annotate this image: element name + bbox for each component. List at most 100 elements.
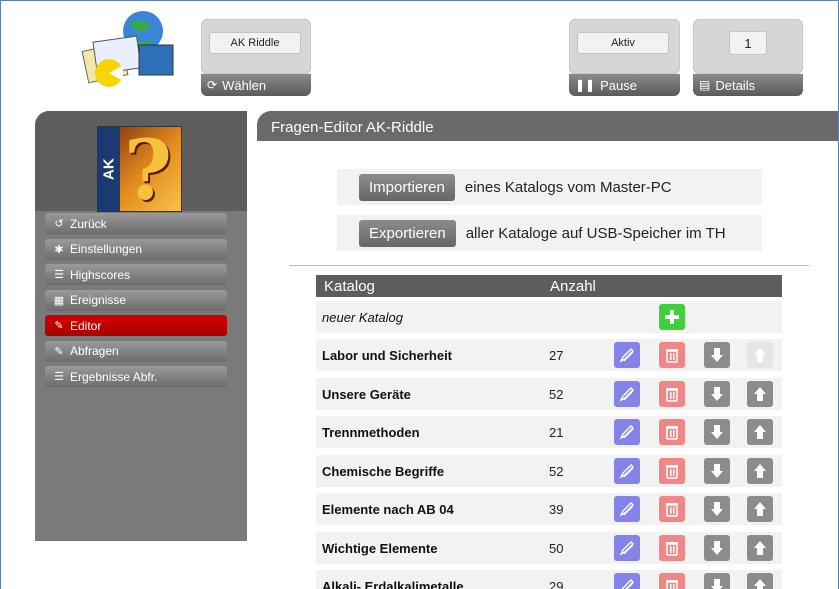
delete-catalog-button[interactable]	[659, 457, 685, 484]
catalog-count: 39	[549, 502, 564, 517]
import-button[interactable]: Importieren	[359, 173, 455, 201]
arrow-up-icon	[754, 348, 766, 362]
move-up-button[interactable]	[747, 457, 773, 484]
catalog-name: Elemente nach AB 04	[322, 502, 454, 517]
move-up-button[interactable]	[747, 534, 773, 561]
move-down-button[interactable]	[704, 457, 730, 484]
sidebar-item-einstellungen[interactable]: ✱ Einstellungen	[45, 238, 227, 260]
column-header-catalog: Katalog	[324, 278, 375, 295]
sidebar-item-label: Ereignisse	[70, 293, 127, 307]
status-panel: Aktiv	[569, 19, 680, 74]
arrow-down-icon	[711, 463, 723, 478]
arrow-down-icon	[711, 579, 723, 589]
sidebar-item-ereignisse[interactable]: ▦ Ereignisse	[45, 289, 227, 311]
move-down-button[interactable]	[704, 380, 730, 407]
import-row: Importieren eines Katalogs vom Master-PC	[337, 169, 762, 205]
move-down-button[interactable]	[704, 419, 730, 445]
edit-catalog-button[interactable]	[614, 496, 640, 522]
table-row: Labor und Sicherheit 27	[316, 339, 782, 371]
app-logo	[81, 9, 181, 91]
delete-catalog-button[interactable]	[659, 380, 685, 407]
move-up-button[interactable]	[747, 419, 773, 445]
pencil-icon	[619, 386, 634, 402]
trash-icon	[666, 387, 678, 402]
app-name-field: AK Riddle	[209, 32, 301, 54]
gear-icon: ✱	[54, 243, 64, 256]
move-down-button[interactable]	[704, 534, 730, 561]
sidebar-item-zurück[interactable]: ↺ Zurück	[45, 213, 227, 234]
new-catalog-label: neuer Katalog	[322, 310, 403, 325]
question-mark-icon: ?	[124, 126, 173, 212]
pause-button-label: Pause	[600, 77, 637, 93]
trash-icon	[666, 349, 678, 363]
delete-catalog-button[interactable]	[659, 342, 685, 368]
trash-icon	[666, 580, 678, 589]
new-catalog-row: neuer Katalog	[316, 301, 782, 333]
edit-catalog-button[interactable]	[614, 534, 640, 561]
import-description: eines Katalogs vom Master-PC	[464, 178, 672, 196]
edit-catalog-button[interactable]	[614, 380, 640, 407]
pencil-icon	[619, 502, 634, 517]
delete-catalog-button[interactable]	[659, 496, 685, 522]
delete-catalog-button[interactable]	[659, 419, 685, 445]
table-row: Alkali- Erdalkalimetalle 29	[316, 570, 782, 589]
list-icon: ☰	[54, 371, 64, 383]
catalog-count: 52	[549, 463, 564, 479]
export-description: aller Kataloge auf USB-Speicher im TH	[465, 224, 726, 242]
app-window: AK Riddle ⟳ Wählen Aktiv ❚❚ Pause 1 ▤ De…	[0, 0, 839, 589]
catalog-name: Chemische Begriffe	[322, 463, 445, 479]
arrow-down-icon	[711, 348, 723, 362]
back-arrow-icon: ↺	[54, 218, 64, 230]
choose-button-label: Wählen	[222, 77, 267, 93]
sidebar-item-abfragen[interactable]: ✎ Abfragen	[45, 340, 227, 362]
add-catalog-button[interactable]	[659, 304, 685, 330]
move-down-button[interactable]	[704, 573, 730, 589]
status-field: Aktiv	[577, 32, 669, 54]
catalog-count: 27	[549, 348, 564, 363]
details-icon: ▤	[699, 78, 711, 92]
sidebar-item-label: Highscores	[70, 267, 131, 282]
list-icon: ☰	[54, 269, 64, 281]
edit-catalog-button[interactable]	[614, 457, 640, 484]
arrow-up-icon	[754, 425, 766, 439]
counter-panel: 1	[693, 19, 803, 74]
move-down-button[interactable]	[704, 496, 730, 522]
details-button[interactable]: ▤ Details	[693, 74, 803, 96]
table-row: Trennmethoden 21	[316, 416, 782, 448]
sidebar-item-label: Abfragen	[70, 344, 119, 358]
arrow-up-icon	[754, 386, 766, 401]
move-up-button[interactable]	[747, 573, 773, 589]
edit-icon: ✎	[54, 345, 64, 358]
arrow-down-icon	[711, 540, 723, 555]
move-up-button[interactable]	[747, 380, 773, 407]
pencil-icon	[621, 579, 634, 589]
divider	[289, 265, 809, 266]
edit-catalog-button[interactable]	[614, 419, 640, 445]
delete-catalog-button[interactable]	[659, 534, 685, 561]
column-header-count: Anzahl	[550, 278, 596, 295]
export-button[interactable]: Exportieren	[359, 219, 456, 247]
sidebar-item-editor[interactable]: ✎ Editor	[45, 315, 227, 336]
edit-catalog-button[interactable]	[614, 573, 640, 589]
pencil-icon	[619, 540, 634, 556]
catalog-name: Wichtige Elemente	[322, 540, 438, 556]
trash-icon	[666, 426, 678, 440]
move-up-button	[747, 342, 773, 368]
counter-field: 1	[729, 31, 767, 55]
move-down-button[interactable]	[704, 342, 730, 368]
sidebar-item-ergebnisse-abfr[interactable]: ☰ Ergebnisse Abfr.	[45, 366, 227, 387]
pause-button[interactable]: ❚❚ Pause	[569, 74, 680, 96]
catalog-name: Labor und Sicherheit	[322, 348, 453, 363]
sidebar-item-label: Ergebnisse Abfr.	[70, 369, 158, 384]
sidebar-item-highscores[interactable]: ☰ Highscores	[45, 264, 227, 285]
move-up-button[interactable]	[747, 496, 773, 522]
table-row: Elemente nach AB 04 39	[316, 493, 782, 525]
delete-catalog-button[interactable]	[659, 573, 685, 589]
pencil-icon	[619, 463, 634, 479]
choose-button[interactable]: ⟳ Wählen	[201, 74, 311, 96]
catalog-count: 29	[549, 579, 564, 589]
edit-catalog-button[interactable]	[614, 342, 640, 368]
arrow-up-icon	[754, 502, 766, 516]
calendar-icon: ▦	[53, 294, 65, 307]
arrow-up-icon	[754, 540, 766, 555]
